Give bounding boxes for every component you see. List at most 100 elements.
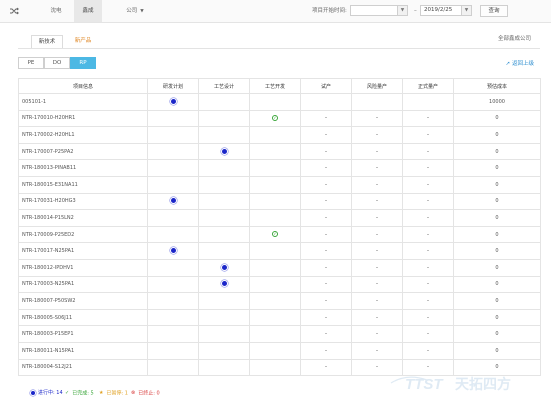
project-name-cell[interactable]: NTR-170002-H20HL1 [18,126,148,144]
stage-cell-trial: – [300,109,352,128]
estimated-cost-cell: 0 [453,109,541,128]
nav-xincheng[interactable]: 鑫成 [74,0,102,22]
project-name-cell[interactable]: NTR-180013-PINAB11 [18,159,148,177]
stage-cell-dev [249,325,301,343]
stage-cell-mass: – [402,292,454,310]
stage-cell-mass: – [402,341,454,360]
stage-cell-dev [249,258,301,277]
table-row[interactable]: NTR-170017-N25PA1– – –0 [18,242,541,260]
end-date-input[interactable]: 2019/2/25 ▼ [420,5,472,16]
stage-cell-rd [147,192,199,211]
table-row[interactable]: NTR-180013-PINAB11– – –0 [18,159,541,177]
stage-cell-trial: – [300,325,352,343]
project-name-cell[interactable]: NTR-170009-P25ED2 [18,225,148,244]
project-name-cell[interactable]: NTR-180003-P15EP1 [18,325,148,343]
stage-cell-design [198,159,250,177]
tab-new-tech[interactable]: 新技术 [31,35,63,49]
stage-cell-dev [249,242,301,260]
col-header-risk-production: 风险量产 [351,78,403,94]
segment-do[interactable]: DO [44,57,70,69]
estimated-cost-cell: 0 [453,192,541,211]
completed-check-icon: ✓ [65,390,70,396]
stage-cell-mass: – [402,126,454,144]
stage-cell-risk: – [351,159,403,177]
stage-cell-trial: – [300,258,352,277]
project-name-cell[interactable]: NTR-170010-H20HR1 [18,109,148,128]
estimated-cost-cell: 0 [453,225,541,244]
table-row[interactable]: NTR-170009-P25ED2 ✓ – – –0 [18,225,541,244]
col-header-mass-production: 正式量产 [402,78,454,94]
stage-cell-design [198,109,250,128]
table-row[interactable]: NTR-170010-H20HR1 ✓ – – –0 [18,109,541,128]
back-up-link[interactable]: ➚ 返回上级 [506,59,534,67]
stage-cell-mass: – [402,325,454,343]
table-row[interactable]: NTR-180003-P15EP1– – –0 [18,325,541,343]
stage-cell-rd [147,258,199,277]
estimated-cost-cell: 0 [453,175,541,194]
stage-cell-dev [249,142,301,161]
nav-shendian[interactable]: 沈电 [42,0,70,22]
stage-cell-risk: – [351,325,403,343]
project-name-cell[interactable]: NTR-180015-E31NA11 [18,175,148,194]
estimated-cost-cell: 10000 [453,93,541,111]
stage-cell-mass: – [402,275,454,294]
segment-pe[interactable]: PE [18,57,44,69]
date-separator: – [414,8,417,14]
start-date-input[interactable]: ▼ [350,5,408,16]
segment-rp[interactable]: RP [70,57,96,69]
stage-cell-mass: – [402,308,454,327]
estimated-cost-cell: 0 [453,292,541,310]
table-row[interactable]: 005101-1 10000 [18,93,541,111]
shuffle-icon[interactable] [9,6,19,16]
stage-cell-mass: – [402,142,454,161]
stage-cell-trial: – [300,126,352,144]
estimated-cost-cell: 0 [453,275,541,294]
project-name-cell[interactable]: NTR-180004-S12J21 [18,358,148,377]
tab-new-product[interactable]: 新产品 [67,35,99,49]
project-name-cell[interactable]: NTR-180005-S06J11 [18,308,148,327]
project-name-cell[interactable]: NTR-180014-P15LN2 [18,209,148,227]
project-name-cell[interactable]: 005101-1 [18,93,148,111]
stage-cell-rd [147,142,199,161]
project-name-cell[interactable]: NTR-170031-H20HG3 [18,192,148,211]
project-name-cell[interactable]: NTR-180007-P50SW2 [18,292,148,310]
table-row[interactable]: NTR-170007-P25PA2– – –0 [18,142,541,161]
estimated-cost-cell: 0 [453,325,541,343]
project-name-cell[interactable]: NTR-170003-N25PA1 [18,275,148,294]
stage-cell-design [198,275,250,294]
table-row[interactable]: NTR-180005-S06J11– – –0 [18,308,541,327]
calendar-dropdown-icon[interactable]: ▼ [397,6,407,15]
stage-cell-mass: – [402,159,454,177]
table-row[interactable]: NTR-180015-E31NA11– – –0 [18,175,541,194]
stage-cell-design [198,126,250,144]
stage-cell-trial: – [300,192,352,211]
table-row[interactable]: NTR-180011-N15PA1– – –0 [18,341,541,360]
table-header-row: 项目信息 研发计划 工艺设计 工艺开发 试产 风险量产 正式量产 预估成本 [18,78,541,94]
table-row[interactable]: NTR-170031-H20HG3– – –0 [18,192,541,211]
project-name-cell[interactable]: NTR-180011-N15PA1 [18,341,148,360]
stage-cell-risk: – [351,126,403,144]
stage-cell-risk: – [351,175,403,194]
project-name-cell[interactable]: NTR-180012-IPDHV1 [18,258,148,277]
stage-cell-design [198,192,250,211]
table-row[interactable]: NTR-170002-H20HL1– – –0 [18,126,541,144]
estimated-cost-cell: 0 [453,242,541,260]
nav-company-dropdown[interactable]: 公司 ▼ [118,0,152,22]
stage-cell-trial: – [300,292,352,310]
stage-cell-mass: – [402,109,454,128]
estimated-cost-cell: 0 [453,159,541,177]
project-name-cell[interactable]: NTR-170017-N25PA1 [18,242,148,260]
terminated-x-icon: ⊗ [131,390,136,396]
stage-cell-risk: – [351,275,403,294]
query-button[interactable]: 查询 [480,5,508,17]
col-header-process-dev: 工艺开发 [249,78,301,94]
calendar-dropdown-icon[interactable]: ▼ [461,6,471,15]
table-row[interactable]: NTR-170003-N25PA1– – –0 [18,275,541,294]
table-row[interactable]: NTR-180014-P15LN2– – –0 [18,209,541,227]
legend-label: 已终止: 0 [138,390,160,397]
stage-cell-trial: – [300,358,352,377]
table-row[interactable]: NTR-180007-P50SW2– – –0 [18,292,541,310]
table-row[interactable]: NTR-180012-IPDHV1– – –0 [18,258,541,277]
project-name-cell[interactable]: NTR-170007-P25PA2 [18,142,148,161]
in-progress-icon [31,390,35,395]
